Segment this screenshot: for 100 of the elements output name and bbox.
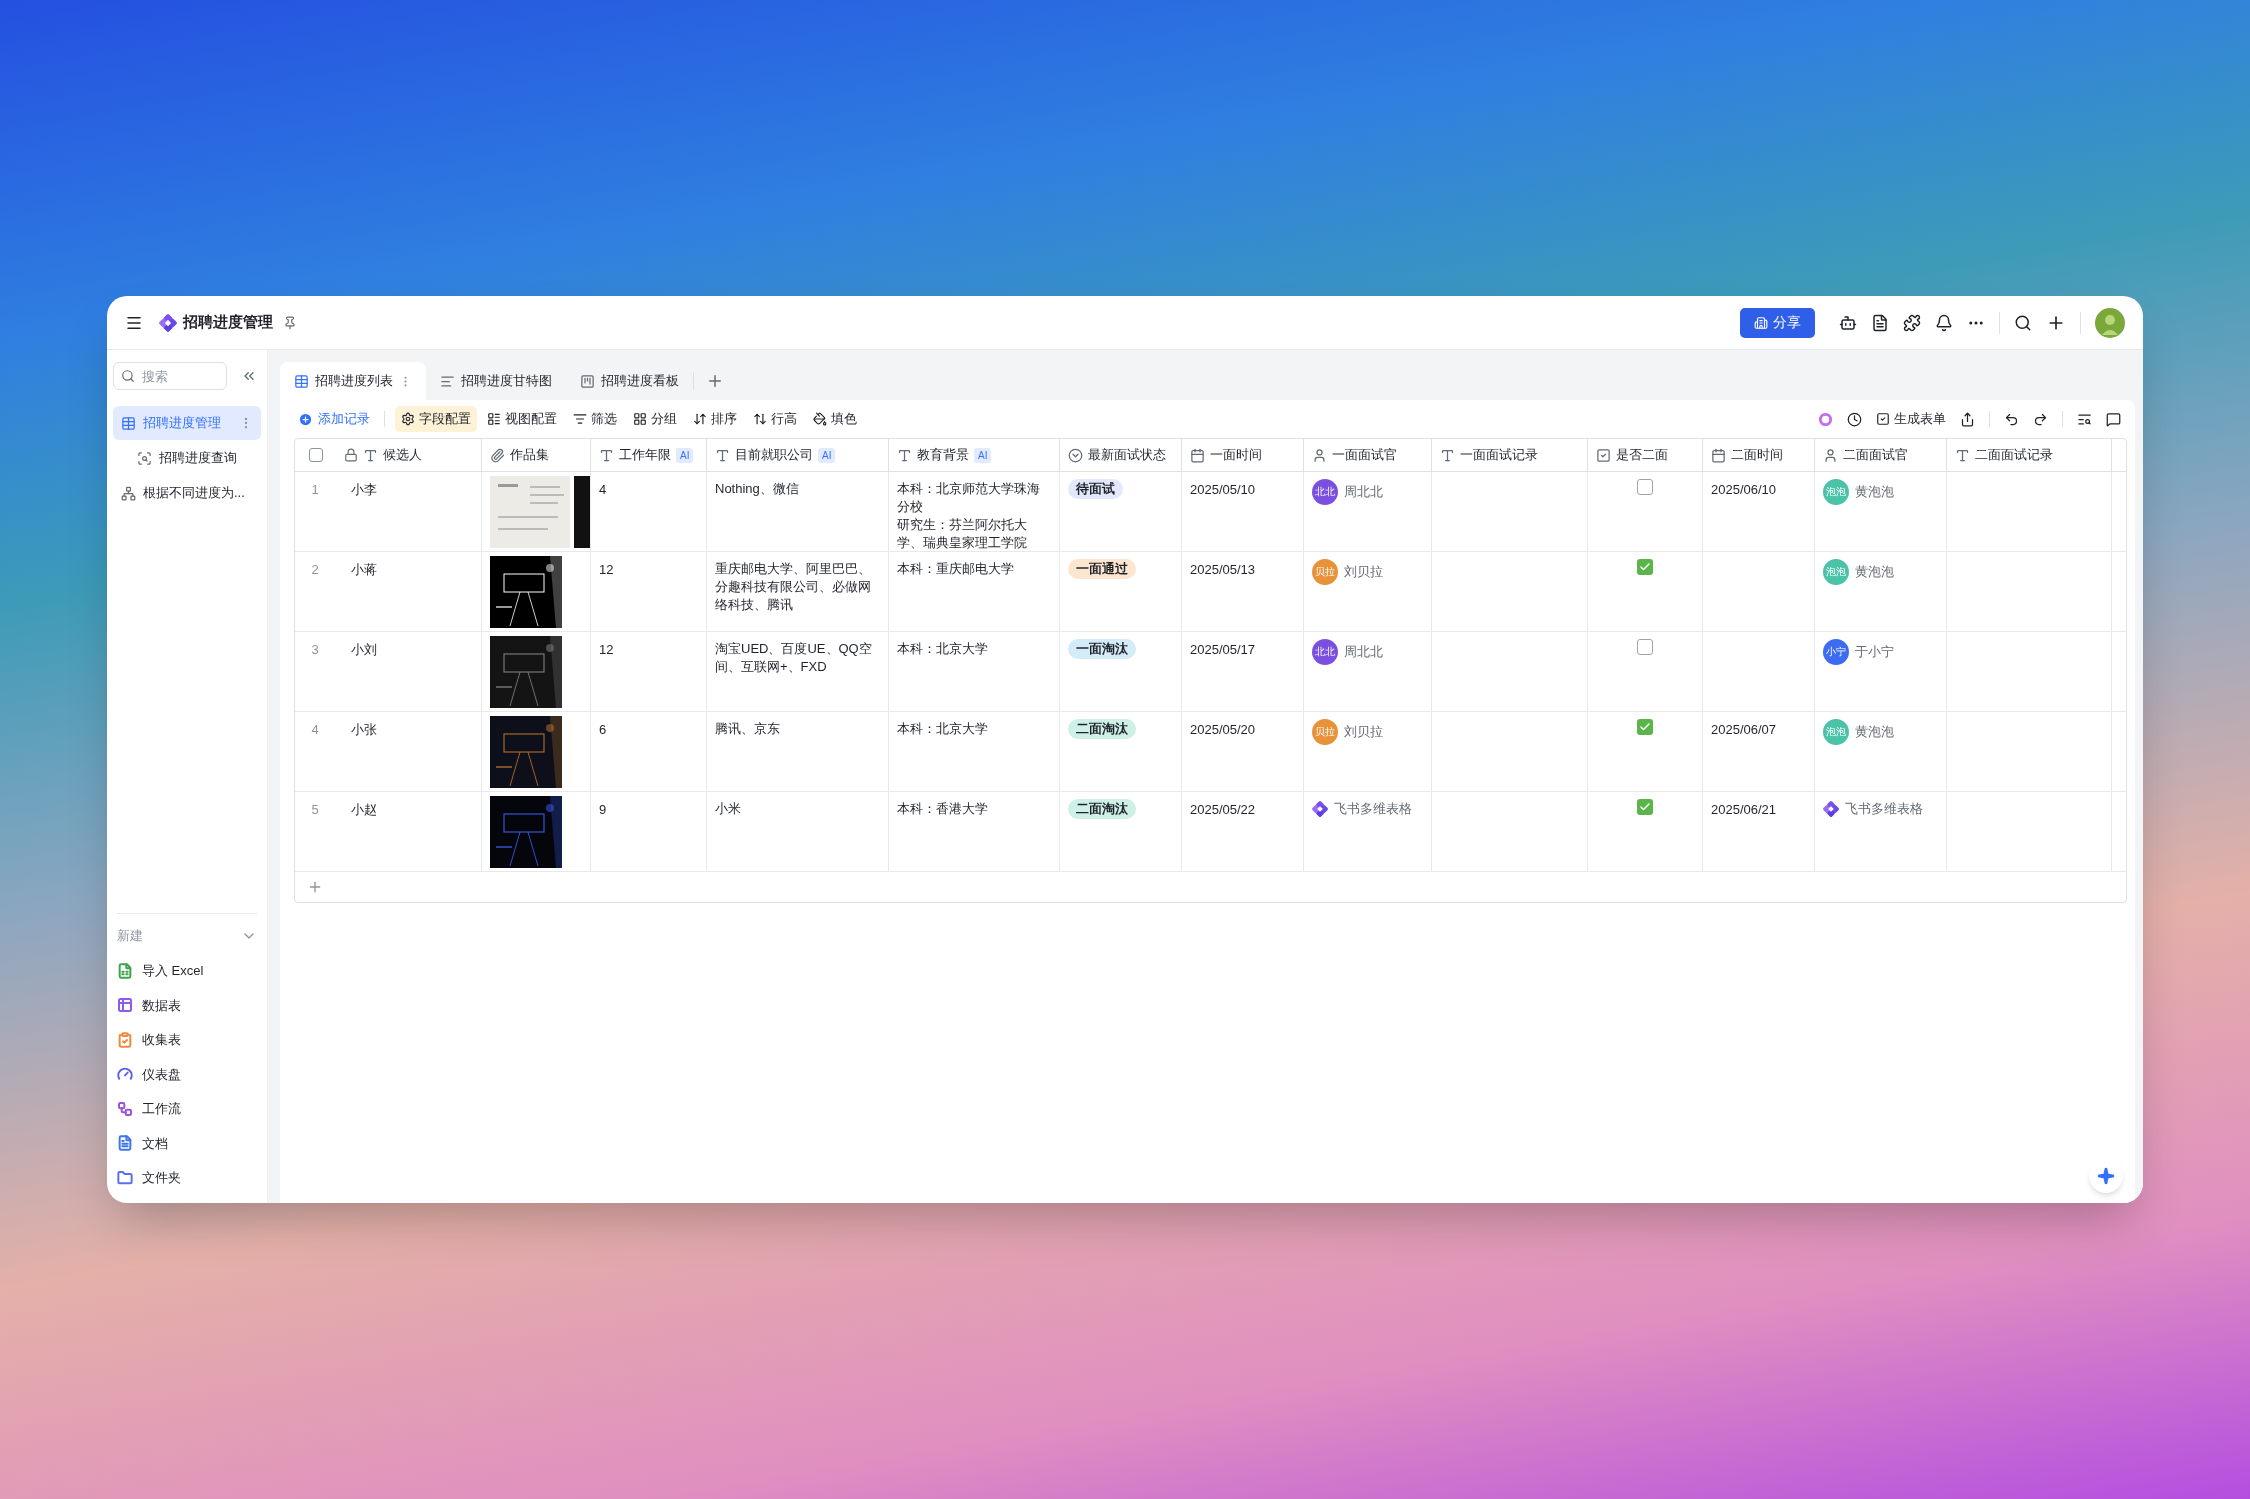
paint-bucket-icon <box>813 412 827 426</box>
avatar: 贝拉 <box>1312 719 1338 745</box>
table-cell-text: 本科：北京师范大学珠海分校 <box>897 480 1041 516</box>
redo-icon[interactable] <box>2033 411 2048 427</box>
column-header[interactable]: 二面时间 <box>1703 439 1815 471</box>
column-header[interactable]: 候选人 <box>295 439 482 471</box>
undo-icon[interactable] <box>2004 411 2019 427</box>
table-cell: 2025/06/10 <box>1711 482 1777 497</box>
checkbox[interactable] <box>1637 559 1653 575</box>
column-title: 是否二面 <box>1616 446 1668 465</box>
add-record-button[interactable]: 添加记录 <box>294 406 374 432</box>
table-cell-text: 小赵 <box>351 801 377 819</box>
sidebar-item[interactable]: 仪表盘 <box>113 1057 261 1092</box>
checkbox[interactable] <box>1637 479 1653 495</box>
status-tag: 二面淘汰 <box>1068 799 1136 819</box>
toolbar-button[interactable]: 字段配置 <box>395 406 477 432</box>
dropdown-icon <box>1068 447 1083 463</box>
avatar: 泡泡 <box>1823 479 1849 505</box>
column-header[interactable]: 目前就职公司 AI <box>707 439 889 471</box>
column-header[interactable]: 一面面试官 <box>1304 439 1432 471</box>
sidebar-item[interactable]: 招聘进度查询 <box>113 441 261 475</box>
table-cell: 2025/05/22 <box>1190 802 1256 817</box>
interviewer-name: 周北北 <box>1344 643 1383 662</box>
sidebar-item[interactable]: 收集表 <box>113 1022 261 1057</box>
column-header[interactable]: 二面面试记录 <box>1947 439 2112 471</box>
column-header[interactable]: 最新面试状态 <box>1060 439 1182 471</box>
column-header[interactable]: 工作年限 AI <box>591 439 707 471</box>
table-cell-text: 小蒋 <box>351 561 377 579</box>
ai-assistant-button[interactable] <box>2089 1159 2123 1193</box>
status-tag: 一面淘汰 <box>1068 639 1136 659</box>
toolbar-button[interactable]: 视图配置 <box>481 406 563 432</box>
puzzle-icon[interactable] <box>1903 313 1921 332</box>
ai-ring-icon[interactable] <box>1818 411 1833 427</box>
logo-icon <box>159 313 177 332</box>
toolbar-button[interactable]: 填色 <box>807 406 863 432</box>
robot-icon[interactable] <box>1839 313 1857 332</box>
interviewer-name: 周北北 <box>1344 483 1383 502</box>
checkbox[interactable] <box>1637 719 1653 735</box>
sidebar-item[interactable]: 导入 Excel <box>113 953 261 988</box>
calendar-icon <box>1711 447 1726 463</box>
toolbar-button[interactable]: 行高 <box>747 406 803 432</box>
sidebar-item[interactable]: 文件夹 <box>113 1160 261 1195</box>
section-title: 新建 <box>117 926 143 945</box>
paperclip-icon <box>490 447 505 463</box>
table-cell-text: 小李 <box>351 481 377 499</box>
avatar: 小宁 <box>1823 639 1849 665</box>
toolbar-button[interactable]: 排序 <box>687 406 743 432</box>
pin-icon[interactable] <box>283 315 297 330</box>
row-number: 1 <box>310 481 320 499</box>
comment-icon[interactable] <box>2106 411 2121 427</box>
toolbar-button[interactable]: 分组 <box>627 406 683 432</box>
column-header[interactable]: 一面面试记录 <box>1432 439 1588 471</box>
person-icon <box>1312 447 1327 463</box>
column-header[interactable]: 作品集 <box>482 439 591 471</box>
sidebar-item[interactable]: 工作流 <box>113 1091 261 1126</box>
column-header[interactable]: 是否二面 <box>1588 439 1703 471</box>
search-icon[interactable] <box>2014 313 2032 332</box>
row-number: 5 <box>310 801 320 819</box>
clock-icon[interactable] <box>1847 411 1862 427</box>
building-icon <box>1754 315 1768 330</box>
table-cell-text: 本科：北京大学 <box>897 720 989 738</box>
avatar[interactable] <box>2095 307 2125 338</box>
view-tab[interactable]: 招聘进度列表 <box>280 362 426 400</box>
checkbox[interactable] <box>309 448 323 462</box>
column-header[interactable]: 一面时间 <box>1182 439 1304 471</box>
search-list-icon[interactable] <box>2077 411 2092 427</box>
search-list-icon <box>137 450 152 466</box>
text-field-icon <box>715 447 730 463</box>
column-title: 工作年限 <box>619 446 671 465</box>
checkbox[interactable] <box>1637 799 1653 815</box>
share-button[interactable]: 分享 <box>1740 307 1815 338</box>
add-tab-icon[interactable] <box>706 372 724 390</box>
table-cell-text: 本科：北京大学 <box>897 640 989 658</box>
column-header[interactable]: 二面面试官 <box>1815 439 1947 471</box>
search-field[interactable]: 搜索 <box>113 362 227 390</box>
window-title: 招聘进度管理 <box>183 312 273 333</box>
generate-form-button[interactable]: 生成表单 <box>1876 409 1946 429</box>
column-title: 一面面试记录 <box>1460 446 1538 465</box>
view-tab[interactable]: 招聘进度甘特图 <box>426 362 566 400</box>
share-icon[interactable] <box>1960 411 1975 427</box>
table-cell: 2025/05/20 <box>1190 722 1256 737</box>
checkbox[interactable] <box>1637 639 1653 655</box>
column-title: 二面面试记录 <box>1975 446 2053 465</box>
sidebar-item[interactable]: 根据不同进度为... <box>113 476 261 510</box>
status-tag: 二面淘汰 <box>1068 719 1136 739</box>
status-tag: 一面通过 <box>1068 559 1136 579</box>
avatar: 北北 <box>1312 479 1338 505</box>
avatar: 泡泡 <box>1823 719 1849 745</box>
check-icon <box>1639 561 1651 573</box>
document-icon[interactable] <box>1871 313 1889 332</box>
sidebar-item[interactable]: 文档 <box>113 1126 261 1161</box>
column-title: 目前就职公司 <box>735 446 813 465</box>
bell-icon[interactable] <box>1935 313 1953 332</box>
toolbar-button[interactable]: 筛选 <box>567 406 623 432</box>
lock-icon <box>344 448 358 462</box>
column-header[interactable]: 教育背景 AI <box>889 439 1060 471</box>
text-field-icon <box>1440 447 1455 463</box>
view-tab[interactable]: 招聘进度看板 <box>566 362 693 400</box>
sidebar-item[interactable]: 数据表 <box>113 988 261 1023</box>
sidebar-item[interactable]: 招聘进度管理 <box>113 406 261 440</box>
